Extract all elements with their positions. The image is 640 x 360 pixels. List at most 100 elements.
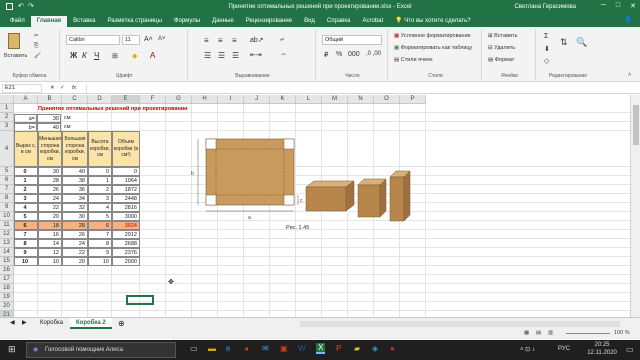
vertical-scrollbar[interactable] [630,95,640,317]
table-cell[interactable]: 0 [112,167,140,176]
table-cell[interactable]: 28 [38,176,62,185]
tab-formulas[interactable]: Формулы [168,16,206,27]
column-header[interactable]: I [218,95,244,104]
table-cell[interactable]: 22 [62,248,88,257]
row-header[interactable]: 19 [0,293,14,302]
autosum-icon[interactable]: Σ [544,33,548,40]
table-cell[interactable]: 8 [88,239,112,248]
language-indicator[interactable]: РУС [558,346,570,352]
row-header[interactable]: 3 [0,122,14,131]
row-header[interactable]: 2 [0,113,14,122]
table-cell[interactable]: 2448 [112,194,140,203]
cut-size-cell[interactable]: 5 [14,212,38,221]
task-view-icon[interactable]: ▭ [190,344,198,353]
row-header[interactable]: 17 [0,275,14,284]
row-header[interactable]: 15 [0,257,14,266]
table-cell[interactable]: 22 [38,203,62,212]
sheet-tab-korobka-2[interactable]: Коробка 2 [70,318,112,329]
app-icon[interactable]: ◈ [372,344,378,353]
row-header[interactable]: 8 [0,194,14,203]
grow-font-icon[interactable]: A˄ [144,36,153,43]
tab-insert[interactable]: Вставка [67,16,101,27]
normal-view-icon[interactable]: ▦ [524,330,529,336]
paste-icon[interactable] [8,33,20,49]
table-cell[interactable]: 36 [62,185,88,194]
table-cell[interactable]: 9 [88,248,112,257]
table-header-cell[interactable]: Меньшая сторона коробки, см [38,131,62,167]
table-cell[interactable]: 7 [88,230,112,239]
tab-file[interactable]: Файл [4,16,31,27]
row-header[interactable]: 18 [0,284,14,293]
column-header[interactable]: M [322,95,348,104]
table-cell[interactable]: 40 [62,167,88,176]
table-cell[interactable]: 5 [88,212,112,221]
table-cell[interactable]: 1872 [112,185,140,194]
column-header[interactable]: N [348,95,374,104]
column-header[interactable]: G [166,95,192,104]
cut-size-cell[interactable]: 1 [14,176,38,185]
align-right-icon[interactable]: ☰ [232,51,239,60]
align-left-icon[interactable]: ☰ [204,51,211,60]
table-cell[interactable]: 3000 [112,212,140,221]
table-cell[interactable]: 16 [38,230,62,239]
row-header[interactable]: 4 [0,131,14,167]
zoom-level[interactable]: 100 % [614,330,630,336]
table-header-cell[interactable]: Большая сторона коробки, см [62,131,88,167]
orientation-icon[interactable]: ab↗ [250,36,264,44]
table-cell[interactable]: 1064 [112,176,140,185]
page-layout-icon[interactable]: ▤ [536,330,541,336]
align-center-icon[interactable]: ☰ [218,51,225,60]
tab-page-layout[interactable]: Разметка страницы [101,16,167,27]
insert-function-icon[interactable]: fx [72,85,76,91]
column-header[interactable]: D [88,95,112,104]
tab-help[interactable]: Справка [321,16,357,27]
column-header[interactable]: E [112,95,140,104]
cut-size-cell[interactable]: 7 [14,230,38,239]
table-cell[interactable]: 2912 [112,230,140,239]
row-header[interactable]: 9 [0,203,14,212]
pdf-icon[interactable]: ▣ [280,344,288,353]
confirm-formula-icon[interactable]: ✓ [60,85,65,91]
b-unit[interactable]: см [62,123,71,131]
voice-assistant-search[interactable]: ◉ Голосовой помощник Алиса [26,342,176,358]
cut-size-cell[interactable]: 8 [14,239,38,248]
minimize-icon[interactable]: ─ [601,2,606,10]
decimal-icon[interactable]: ,0 ,00 [366,51,381,57]
row-header[interactable]: 16 [0,266,14,275]
table-cell[interactable]: 1 [88,176,112,185]
share-icon[interactable]: 👤 [625,16,632,23]
format-painter-icon[interactable]: 🖌 [34,53,41,59]
cut-icon[interactable]: ✂ [34,33,39,39]
column-header[interactable]: L [296,95,322,104]
font-size-box[interactable]: 11 [122,35,140,45]
table-cell[interactable]: 4 [88,203,112,212]
comma-icon[interactable]: 000 [348,51,360,58]
table-cell[interactable]: 30 [62,212,88,221]
currency-icon[interactable]: ₽ [324,51,328,59]
column-header[interactable]: A [14,95,38,104]
column-header[interactable]: J [244,95,270,104]
notifications-icon[interactable]: ▭ [626,345,634,354]
clock-date[interactable]: 12.11.2020 [584,350,620,356]
table-cell[interactable]: 2 [88,185,112,194]
zoom-slider[interactable] [566,333,610,334]
clear-icon[interactable]: ◇ [544,57,549,65]
wrap-text-icon[interactable]: ⤶ [280,36,284,44]
table-cell[interactable]: 0 [88,167,112,176]
table-cell[interactable]: 2816 [112,203,140,212]
formula-input[interactable] [86,84,634,93]
table-cell[interactable]: 20 [38,212,62,221]
cell-styles-button[interactable]: ▤ Стили ячеек [394,57,432,63]
mail-icon[interactable]: ✉ [262,344,269,353]
align-middle-icon[interactable]: ≡ [218,36,223,45]
selected-cell[interactable] [126,295,154,305]
edge-icon[interactable]: e [226,344,230,353]
close-icon[interactable]: ✕ [630,2,636,10]
table-cell[interactable]: 6 [88,221,112,230]
table-cell[interactable]: 2688 [112,239,140,248]
copy-icon[interactable]: ⎘ [34,43,38,50]
table-header-cell[interactable]: Высота коробки, см [88,131,112,167]
column-header[interactable]: B [38,95,62,104]
page-break-icon[interactable]: ▥ [548,330,553,336]
font-color-icon[interactable]: A [150,51,155,60]
